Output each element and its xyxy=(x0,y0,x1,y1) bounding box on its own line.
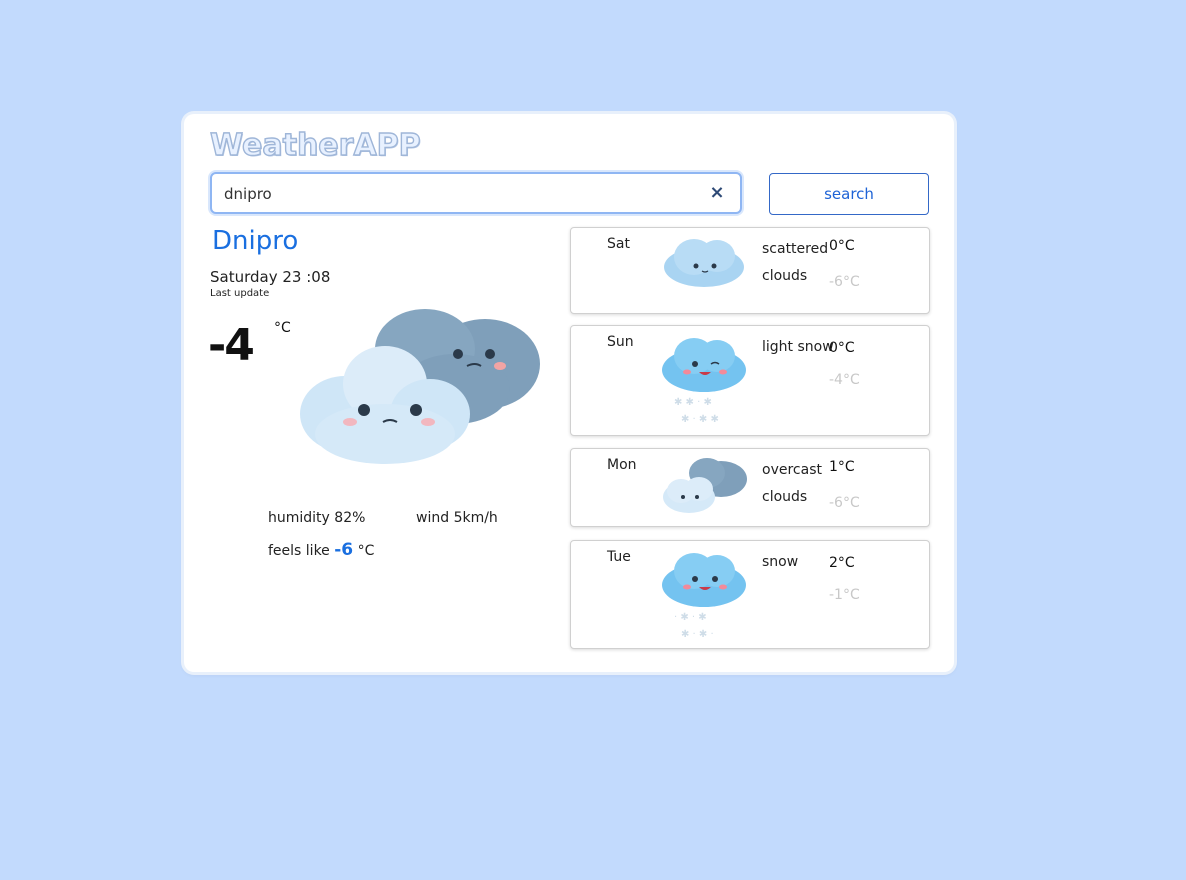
forecast-min-temp: -6°C xyxy=(829,274,860,290)
forecast-min-temp: -6°C xyxy=(829,495,860,511)
last-update-label: Last update xyxy=(210,288,270,299)
city-name: Dnipro xyxy=(212,226,299,256)
forecast-day: Sun xyxy=(607,334,634,350)
forecast-min-temp: -1°C xyxy=(829,587,860,603)
app-title: WeatherAPP xyxy=(209,127,421,163)
humidity: humidity 82% xyxy=(268,510,365,526)
wind-value: 5km/h xyxy=(453,510,498,526)
forecast-max-temp: 2°C xyxy=(829,555,855,571)
feels-like-value: -6 xyxy=(334,540,354,560)
search-box[interactable]: × xyxy=(210,172,742,214)
forecast-max-temp: 1°C xyxy=(829,459,855,475)
scattered-clouds-icon xyxy=(664,239,744,287)
forecast-max-temp: 0°C xyxy=(829,238,855,254)
humidity-label: humidity xyxy=(268,510,330,526)
wind: wind 5km/h xyxy=(416,510,498,526)
temperature-unit: °C xyxy=(274,320,291,336)
forecast-card-sun: Sun ✱ ✱ · ✱ ✱ · ✱ ✱ light snow 0°C -4°C xyxy=(570,325,930,436)
overcast-clouds-icon xyxy=(663,458,747,513)
current-date: Saturday 23 :08 xyxy=(210,268,331,286)
svg-text:✱ · ✱ ·: ✱ · ✱ · xyxy=(681,629,714,640)
humidity-value: 82% xyxy=(334,510,366,526)
forecast-card-sat: Sat scattered clouds 0°C -6°C xyxy=(570,227,930,314)
feels-like: feels like -6 °C xyxy=(268,540,374,560)
forecast-card-mon: Mon overcast clouds 1°C -6°C xyxy=(570,448,930,527)
svg-text:✱ ✱ · ✱: ✱ ✱ · ✱ xyxy=(674,397,712,408)
snow-icon: · ✱ · ✱ ✱ · ✱ · xyxy=(662,553,746,640)
wind-label: wind xyxy=(416,510,450,526)
search-button[interactable]: search xyxy=(769,173,929,215)
forecast-day: Mon xyxy=(607,457,637,473)
forecast-day: Tue xyxy=(607,549,631,565)
feels-like-label: feels like xyxy=(268,543,330,559)
weather-card: WeatherAPP × search Dnipro Saturday 23 :… xyxy=(184,114,954,672)
search-input[interactable] xyxy=(224,183,694,205)
forecast-max-temp: 0°C xyxy=(829,340,855,356)
current-temperature: -4 xyxy=(208,320,255,371)
svg-text:· ✱ · ✱: · ✱ · ✱ xyxy=(674,612,707,623)
forecast-day: Sat xyxy=(607,236,630,252)
feels-like-unit: °C xyxy=(357,543,375,559)
svg-text:✱ · ✱ ✱: ✱ · ✱ ✱ xyxy=(681,414,719,425)
overcast-clouds-icon xyxy=(300,309,540,464)
light-snow-icon: ✱ ✱ · ✱ ✱ · ✱ ✱ xyxy=(662,338,746,425)
forecast-min-temp: -4°C xyxy=(829,372,860,388)
forecast-card-tue: Tue · ✱ · ✱ ✱ · ✱ · snow 2°C -1°C xyxy=(570,540,930,649)
clear-icon[interactable]: × xyxy=(708,184,726,202)
